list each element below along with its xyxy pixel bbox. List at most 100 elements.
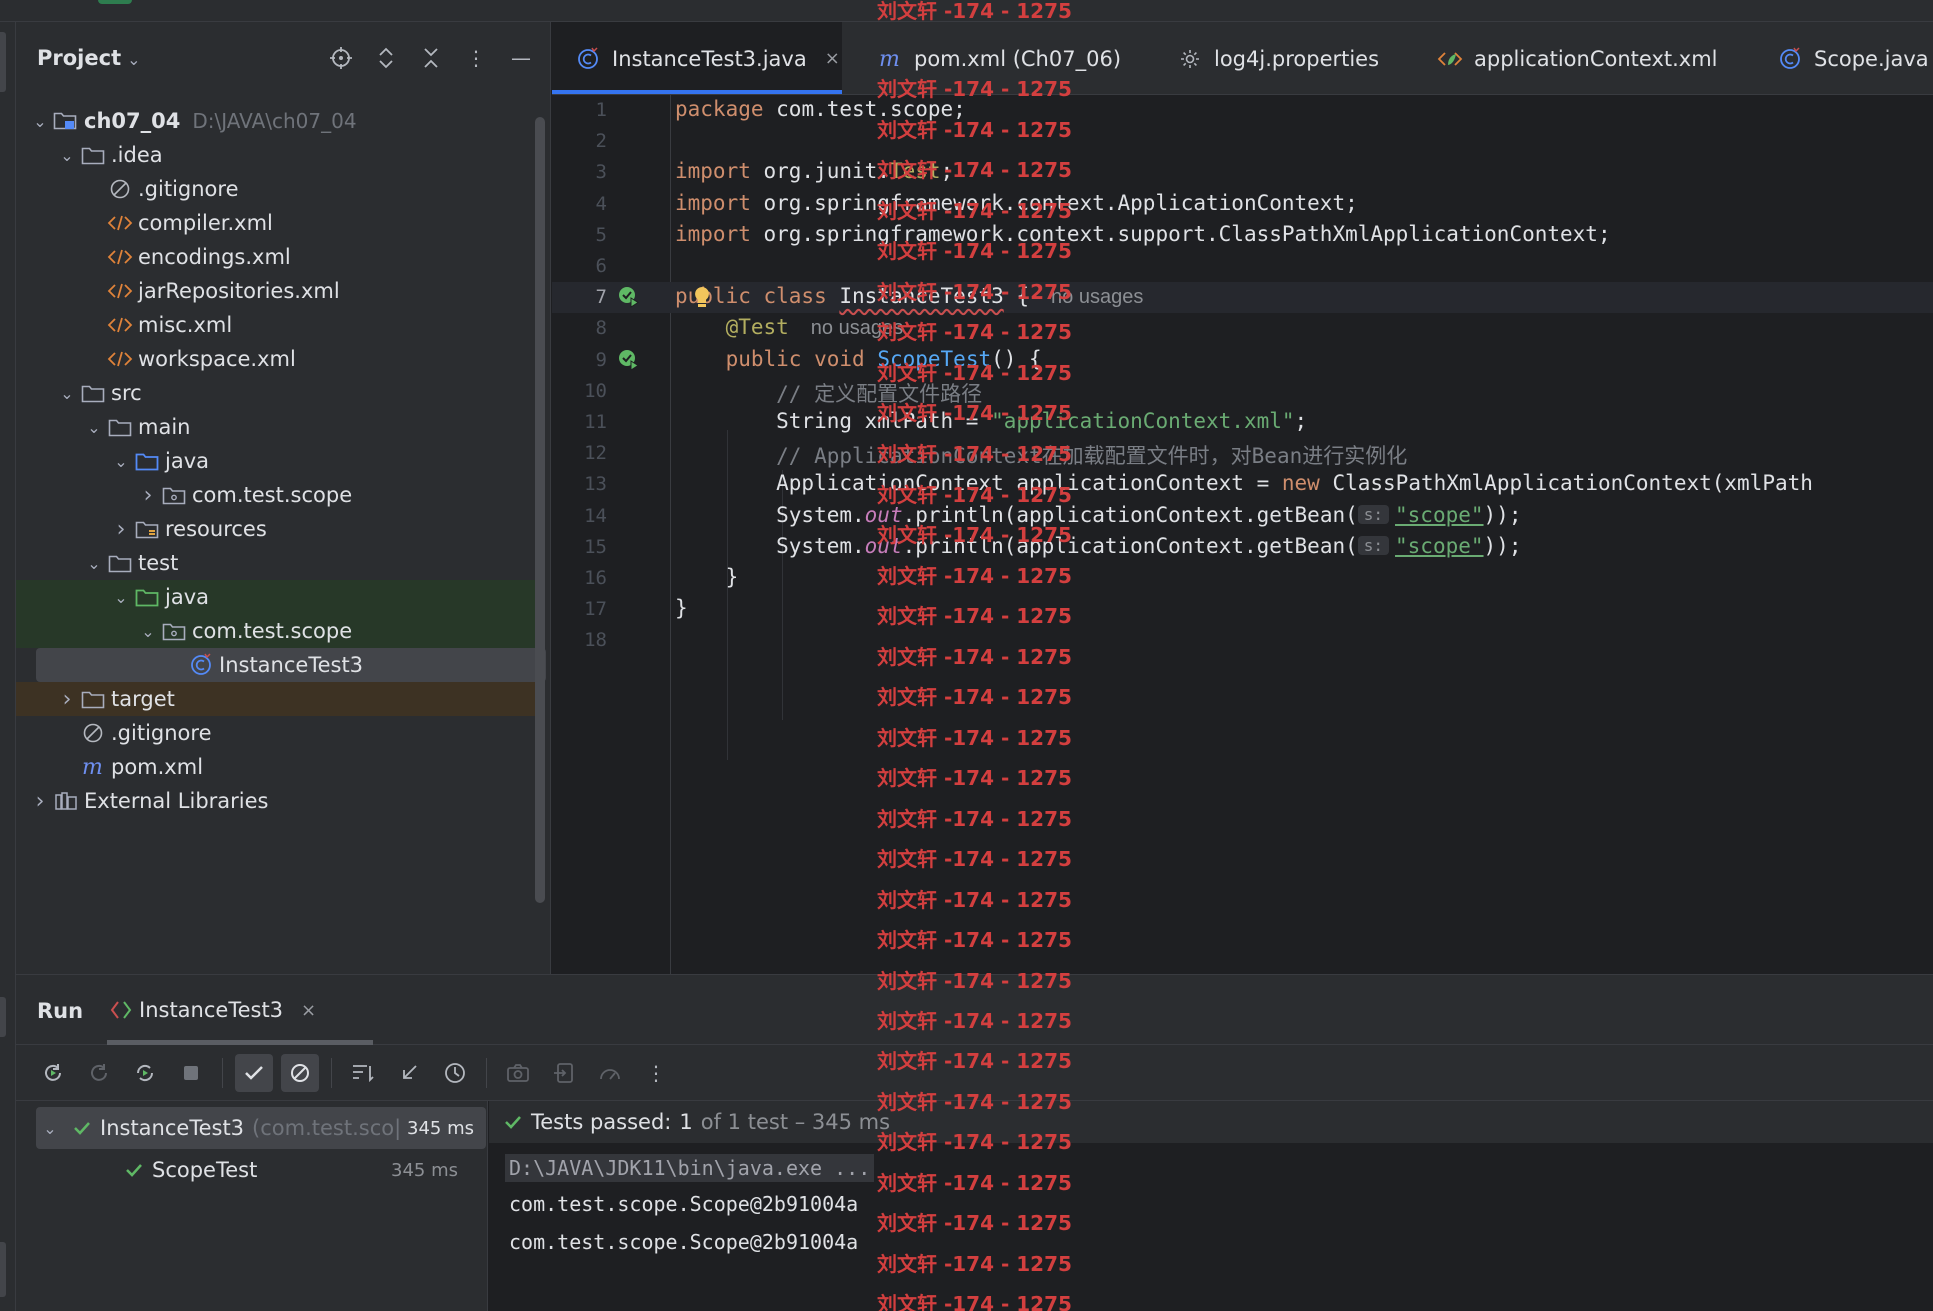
chevron-right-icon[interactable]: ›	[55, 687, 79, 712]
tool-strip-handle[interactable]	[0, 32, 6, 92]
code-line[interactable]: 12 // ApplicationContext在加载配置文件时，对Bean进行…	[552, 438, 1933, 469]
code-editor[interactable]: 1 package com.test.scope; 2 3 import org.jun…	[552, 95, 1933, 974]
tab-scope-java[interactable]: Scope.java	[1762, 22, 1933, 94]
code-line[interactable]: 1 package com.test.scope;	[552, 95, 1933, 126]
tab-pom-xml-ch07-06[interactable]: m pom.xml (Ch07_06)	[862, 22, 1152, 94]
code-line[interactable]: 5 import org.springframework.context.supp…	[552, 220, 1933, 251]
tree-item[interactable]: ⌄ .idea	[16, 138, 536, 172]
chevron-down-icon[interactable]: ⌄	[38, 1119, 62, 1138]
code-line[interactable]: 9 public void ScopeTest() {	[552, 345, 1933, 376]
code-line[interactable]: 14 System.out.println(applicationContext…	[552, 501, 1933, 532]
tree-item[interactable]: ⌄ main	[16, 410, 536, 444]
more-options-icon[interactable]: ⋮	[462, 44, 490, 72]
tree-item[interactable]: .gitignore	[16, 716, 536, 750]
line-number[interactable]: 4	[552, 193, 607, 215]
line-number[interactable]: 3	[552, 161, 607, 183]
chevron-down-icon[interactable]: ⌄	[82, 554, 106, 573]
tree-item[interactable]: compiler.xml	[16, 206, 536, 240]
tab-applicationcontext-xml[interactable]: applicationContext.xml	[1422, 22, 1752, 94]
code-line[interactable]: 13 ApplicationContext applicationContext…	[552, 469, 1933, 500]
tree-item[interactable]: › target	[16, 682, 536, 716]
tree-item[interactable]: ⌄ src	[16, 376, 536, 410]
tab-log4j-properties[interactable]: log4j.properties	[1162, 22, 1412, 94]
chevron-down-icon[interactable]: ⌄	[55, 384, 79, 403]
chevron-down-icon[interactable]: ⌄	[28, 112, 52, 131]
chevron-right-icon[interactable]: ›	[109, 517, 133, 542]
import-tests-icon[interactable]	[545, 1054, 583, 1092]
line-number[interactable]: 8	[552, 317, 607, 339]
tree-item[interactable]: encodings.xml	[16, 240, 536, 274]
tree-item[interactable]: jarRepositories.xml	[16, 274, 536, 308]
history-icon[interactable]	[436, 1054, 474, 1092]
code-line[interactable]: 4 import org.springframework.context.Appl…	[552, 189, 1933, 220]
run-test-icon[interactable]	[617, 285, 641, 309]
rerun-icon[interactable]	[34, 1054, 72, 1092]
tree-item[interactable]: InstanceTest3	[36, 648, 546, 682]
code-line[interactable]: 2	[552, 126, 1933, 157]
line-number[interactable]: 5	[552, 224, 607, 246]
tree-item[interactable]: ⌄ test	[16, 546, 536, 580]
line-number[interactable]: 16	[552, 567, 607, 589]
project-scrollbar[interactable]	[535, 117, 545, 903]
code-line[interactable]: 6	[552, 251, 1933, 282]
line-number[interactable]: 11	[552, 411, 607, 433]
close-icon[interactable]: ×	[825, 48, 840, 69]
chevron-down-icon[interactable]: ⌄	[109, 588, 133, 607]
code-line[interactable]: 11 String xmlPath = "applicationContext.…	[552, 407, 1933, 438]
console-output[interactable]: Tests passed: 1 of 1 test – 345 ms D:\JA…	[489, 1101, 1933, 1311]
console-command-line[interactable]: D:\JAVA\JDK11\bin\java.exe ...	[505, 1154, 875, 1182]
toggle-auto-test-icon[interactable]	[126, 1054, 164, 1092]
chevron-down-icon[interactable]: ⌄	[136, 622, 160, 641]
hide-panel-icon[interactable]: —	[507, 44, 535, 72]
code-line[interactable]: 16 }	[552, 563, 1933, 594]
chevron-down-icon[interactable]: ⌄	[109, 452, 133, 471]
tree-item[interactable]: m pom.xml	[16, 750, 536, 784]
locate-file-icon[interactable]	[327, 44, 355, 72]
line-number[interactable]: 1	[552, 99, 607, 121]
more-options-icon[interactable]: ⋮	[637, 1054, 675, 1092]
tree-item[interactable]: › resources	[16, 512, 536, 546]
tree-item[interactable]: ⌄ com.test.scope	[16, 614, 536, 648]
chevron-right-icon[interactable]: ›	[136, 483, 160, 508]
show-ignored-icon[interactable]	[281, 1053, 319, 1092]
line-number[interactable]: 7	[552, 286, 607, 308]
run-tab-instancetest3[interactable]: InstanceTest3 ×	[107, 975, 373, 1045]
line-number[interactable]: 18	[552, 629, 607, 651]
line-number[interactable]: 17	[552, 598, 607, 620]
rerun-failed-icon[interactable]	[80, 1054, 118, 1092]
project-title[interactable]: Project ⌄	[37, 46, 141, 70]
close-icon[interactable]: ×	[301, 1000, 316, 1021]
tool-strip-handle[interactable]	[0, 997, 6, 1037]
test-suite-row[interactable]: ⌄ InstanceTest3 (com.test.sco| 345 ms	[36, 1107, 486, 1149]
line-number[interactable]: 2	[552, 130, 607, 152]
code-line[interactable]: 18	[552, 625, 1933, 656]
line-number[interactable]: 12	[552, 442, 607, 464]
line-number[interactable]: 13	[552, 473, 607, 495]
line-number[interactable]: 15	[552, 536, 607, 558]
sort-icon[interactable]	[344, 1054, 382, 1092]
code-line[interactable]: 3 import org.junit.Test;	[552, 157, 1933, 188]
lightbulb-icon[interactable]	[692, 285, 712, 315]
tree-item[interactable]: › com.test.scope	[16, 478, 536, 512]
collapse-icon[interactable]	[390, 1054, 428, 1092]
code-line[interactable]: 7 public class InstanceTest3 {no usages	[552, 282, 1933, 314]
collapse-all-icon[interactable]	[417, 44, 445, 72]
line-number[interactable]: 10	[552, 380, 607, 402]
coverage-icon[interactable]	[591, 1054, 629, 1092]
test-case-row[interactable]: ScopeTest 345 ms	[16, 1149, 488, 1191]
tab-instancetest3-java[interactable]: InstanceTest3.java ×	[552, 22, 842, 94]
code-line[interactable]: 15 System.out.println(applicationContext…	[552, 532, 1933, 563]
stop-icon[interactable]	[172, 1054, 210, 1092]
line-number[interactable]: 14	[552, 505, 607, 527]
code-line[interactable]: 10 // 定义配置文件路径	[552, 376, 1933, 407]
tree-item[interactable]: › External Libraries	[16, 784, 536, 818]
tree-item[interactable]: ⌄ java	[16, 444, 536, 478]
chevron-right-icon[interactable]: ›	[28, 789, 52, 814]
tree-item[interactable]: misc.xml	[16, 308, 536, 342]
chevron-down-icon[interactable]: ⌄	[82, 418, 106, 437]
tool-strip-handle[interactable]	[0, 1242, 6, 1297]
code-line[interactable]: 8 @Test no usages	[552, 313, 1933, 344]
tree-item[interactable]: .gitignore	[16, 172, 536, 206]
line-number[interactable]: 9	[552, 349, 607, 371]
run-test-icon[interactable]	[617, 348, 641, 372]
